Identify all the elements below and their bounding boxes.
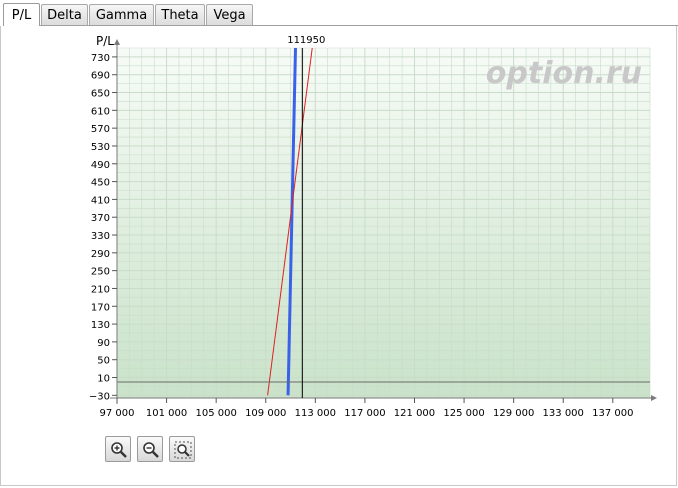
zoom-fit-button[interactable] — [169, 436, 195, 462]
plot-area — [117, 48, 650, 398]
y-tick-label: 530 — [91, 142, 110, 153]
x-tick-label: 125 000 — [443, 408, 484, 419]
tab-pl[interactable]: P/L — [3, 3, 40, 26]
marker-label: 111950 — [287, 35, 325, 46]
x-tick-label: 97 000 — [100, 408, 135, 419]
x-tick-label: 129 000 — [493, 408, 534, 419]
y-tick-label: 250 — [91, 267, 110, 278]
x-tick-label: 133 000 — [543, 408, 584, 419]
y-tick-label: 730 — [91, 53, 110, 64]
tab-bar: P/L Delta Gamma Theta Vega — [0, 0, 678, 26]
y-tick-label: 650 — [91, 89, 110, 100]
zoom-out-icon — [143, 442, 159, 458]
y-tick-label: 10 — [97, 374, 110, 385]
y-tick-label: −30 — [89, 391, 110, 402]
zoom-in-icon — [111, 442, 127, 458]
x-tick-label: 113 000 — [295, 408, 336, 419]
zoom-out-button[interactable] — [137, 436, 163, 462]
y-tick-label: 330 — [91, 231, 110, 242]
tab-theta[interactable]: Theta — [155, 4, 205, 25]
zoom-fit-icon — [174, 441, 192, 459]
y-tick-label: 690 — [91, 71, 110, 82]
x-axis-arrow — [651, 395, 657, 401]
tab-delta[interactable]: Delta — [41, 4, 88, 25]
x-tick-label: 137 000 — [592, 408, 633, 419]
watermark-logo: option.ru — [486, 56, 642, 91]
y-tick-label: 490 — [91, 160, 110, 171]
y-tick-label: 170 — [91, 302, 110, 313]
zoom-in-button[interactable] — [105, 436, 131, 462]
tab-vega[interactable]: Vega — [206, 4, 253, 25]
y-tick-label: 130 — [91, 320, 110, 331]
y-tick-label: 290 — [91, 249, 110, 260]
y-axis-label: P/L — [96, 34, 114, 48]
y-tick-label: 210 — [91, 284, 110, 295]
x-tick-label: 109 000 — [245, 408, 286, 419]
x-tick-label: 105 000 — [195, 408, 236, 419]
y-tick-label: 90 — [97, 338, 110, 349]
y-axis-arrow — [114, 39, 120, 45]
y-tick-label: 570 — [91, 124, 110, 135]
tab-gamma[interactable]: Gamma — [89, 4, 154, 25]
x-tick-label: 121 000 — [394, 408, 435, 419]
y-tick-label: 50 — [97, 356, 110, 367]
y-tick-label: 450 — [91, 178, 110, 189]
panel-border-bottom — [0, 485, 677, 486]
pl-chart[interactable]: option.ru −30 10 50 90 130 170 210 250 290 330 370… — [0, 26, 678, 426]
y-tick-label: 370 — [91, 213, 110, 224]
y-tick-label: 410 — [91, 195, 110, 206]
x-tick-label: 101 000 — [146, 408, 187, 419]
y-tick-label: 610 — [91, 106, 110, 117]
x-tick-label: 117 000 — [344, 408, 385, 419]
